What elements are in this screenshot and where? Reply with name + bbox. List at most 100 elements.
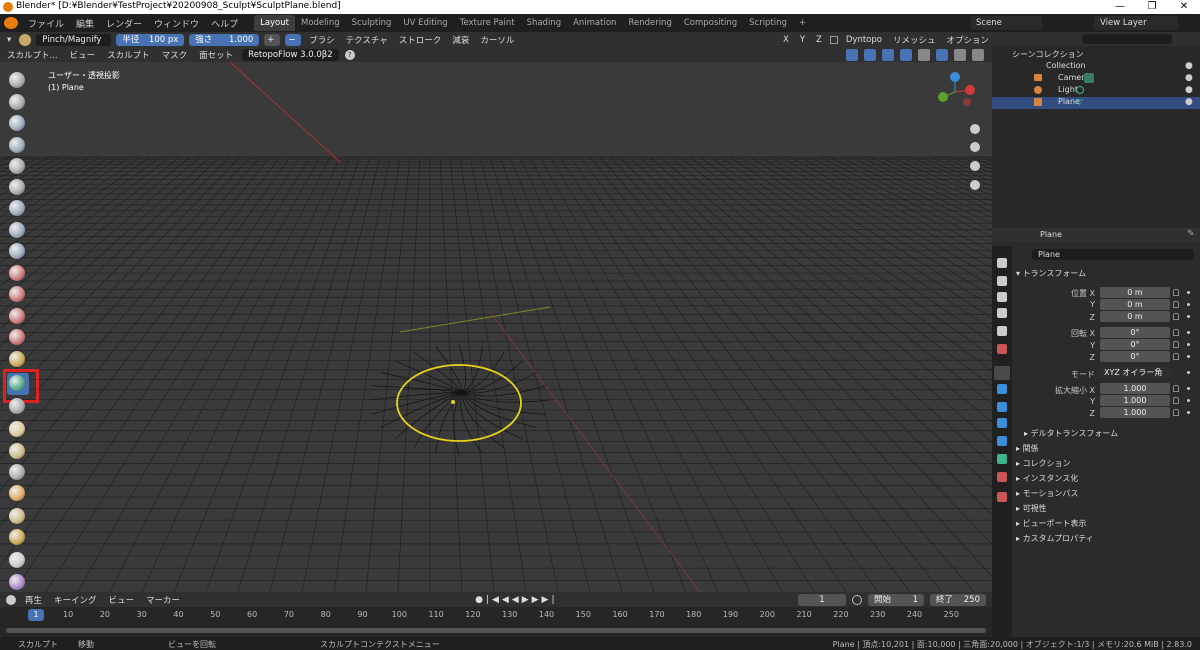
keyframe-dot-icon[interactable] [1187,355,1190,358]
sculpt-brush-icon[interactable] [9,529,25,545]
shading-material-icon[interactable] [954,48,966,61]
face-sets-menu[interactable]: 面セット [196,49,236,61]
view-menu[interactable]: ビュー [67,49,99,61]
keyframe-dot-icon[interactable] [1187,343,1190,346]
outliner-light[interactable]: Light [992,85,1200,97]
sculpt-brush-icon[interactable] [9,398,25,414]
tab-sculpting[interactable]: Sculpting [346,15,398,31]
lock-icon[interactable] [1173,397,1179,404]
properties-tab-icon[interactable] [997,276,1007,286]
sculpt-brush-icon[interactable] [9,508,25,524]
timeline-view-menu[interactable]: ビュー [106,594,138,606]
sculpt-brush-icon[interactable] [9,485,25,501]
current-frame-field[interactable]: 1 [798,593,846,606]
sculpt-brush-icon[interactable] [9,222,25,238]
blender-menu-icon[interactable] [4,17,18,29]
sculpt-brush-icon[interactable] [9,308,25,324]
menu-window[interactable]: ウィンドウ [148,17,205,30]
sculpt-brush-icon[interactable] [9,72,25,88]
timeline-area[interactable]: 10 20 30 40 50 60 70 80 90 100 110 120 130 140 150 160 1… [0,607,992,637]
sculpt-brush-icon[interactable] [9,179,25,195]
editor-type-menu[interactable]: ▾ [4,35,14,45]
scale-x-field[interactable]: 1.000 [1100,383,1170,394]
perspective-toggle-icon[interactable] [970,180,980,190]
motion-paths-panel[interactable]: ▸ モーションパス [1016,488,1078,499]
brush-name-field[interactable]: Pinch/Magnify [36,33,112,46]
rotation-z-field[interactable]: 0° [1100,351,1170,362]
outliner-plane[interactable]: Plane [992,97,1200,109]
delta-transform-panel[interactable]: ▸ デルタトランスフォーム [1024,428,1118,439]
viewport-display-panel[interactable]: ▸ ビューポート表示 [1016,518,1087,529]
camera-view-icon[interactable] [970,161,980,171]
tab-shading[interactable]: Shading [521,15,568,31]
marker-menu[interactable]: マーカー [143,594,183,606]
radius-field[interactable]: 半径 100 px [116,33,185,46]
start-frame-field[interactable]: 開始 1 [868,593,924,606]
relations-panel[interactable]: ▸ 関係 [1016,443,1039,454]
location-x-field[interactable]: 0 m [1100,287,1170,298]
properties-tab-icon[interactable] [997,492,1007,502]
eye-icon[interactable]: ● [1185,97,1193,107]
falloff-menu[interactable]: 減衰 [449,34,472,46]
viewport-visibility-icon[interactable] [846,48,858,61]
tab-scripting[interactable]: Scripting [743,15,793,31]
menu-file[interactable]: ファイル [22,17,70,30]
lock-icon[interactable] [1173,313,1179,320]
eye-icon[interactable]: ● [1185,73,1193,83]
keying-menu[interactable]: キーイング [51,594,100,606]
sculpt-brush-icon[interactable] [9,329,25,345]
lock-icon[interactable] [1173,409,1179,416]
mesh-data-icon[interactable]: ▽ [1076,98,1083,108]
properties-tab-icon[interactable] [997,258,1007,268]
tab-texture-paint[interactable]: Texture Paint [454,15,521,31]
dyntopo-checkbox[interactable] [829,35,838,44]
sculpt-menu[interactable]: スカルプト [104,49,153,61]
transform-panel-header[interactable]: ▾ トランスフォーム [1016,268,1086,279]
scene-selector[interactable]: Scene [970,16,1042,30]
overlay-toggle-icon[interactable] [882,48,894,61]
object-name-field[interactable]: Plane [1032,249,1194,260]
keyframe-dot-icon[interactable] [1187,387,1190,390]
outliner-search-input[interactable] [1082,34,1172,44]
symmetry-x-toggle[interactable]: X [780,35,792,45]
mask-menu[interactable]: マスク [159,49,191,61]
location-z-field[interactable]: 0 m [1100,311,1170,322]
keyframe-dot-icon[interactable] [1187,315,1190,318]
keyframe-dot-icon[interactable] [1187,399,1190,402]
sculpt-brush-icon[interactable] [9,115,25,131]
sculpt-brush-icon[interactable] [9,375,25,391]
outliner-collection[interactable]: Collection [992,61,1200,73]
shading-solid-icon[interactable] [936,48,948,61]
add-direction-button[interactable]: + [264,33,281,46]
subtract-direction-button[interactable]: − [285,33,302,46]
minimize-button[interactable]: — [1104,0,1136,14]
pan-hand-icon[interactable] [970,142,980,152]
sculpt-brush-icon[interactable] [9,243,25,259]
xray-toggle-icon[interactable] [900,48,912,61]
3d-viewport[interactable] [0,62,992,592]
lock-icon[interactable] [1173,353,1179,360]
collections-panel[interactable]: ▸ コレクション [1016,458,1071,469]
current-frame-indicator[interactable]: 1 [28,609,44,621]
tab-animation[interactable]: Animation [567,15,622,31]
rotation-y-field[interactable]: 0° [1100,339,1170,350]
sculpt-brush-icon[interactable] [9,464,25,480]
visibility-panel[interactable]: ▸ 可視性 [1016,503,1047,514]
keyframe-dot-icon[interactable] [1187,371,1190,374]
tab-uv-editing[interactable]: UV Editing [397,15,453,31]
timeline-editor-icon[interactable] [6,594,16,605]
brush-menu[interactable]: ブラシ [306,34,337,46]
custom-properties-panel[interactable]: ▸ カスタムプロパティ [1016,533,1094,544]
symmetry-y-toggle[interactable]: Y [797,35,808,45]
menu-help[interactable]: ヘルプ [205,17,244,30]
end-frame-field[interactable]: 終了 250 [930,593,986,606]
outliner-scene-collection[interactable]: シーンコレクション [992,49,1200,61]
tab-modeling[interactable]: Modeling [295,15,346,31]
menu-edit[interactable]: 編集 [70,17,100,30]
sculpt-brush-icon[interactable] [9,158,25,174]
sculpt-brush-icon[interactable] [9,200,25,216]
sculpt-brush-icon[interactable] [9,351,25,367]
lock-icon[interactable] [1173,289,1179,296]
properties-tab-icon[interactable] [997,454,1007,464]
menu-render[interactable]: レンダー [100,17,148,30]
